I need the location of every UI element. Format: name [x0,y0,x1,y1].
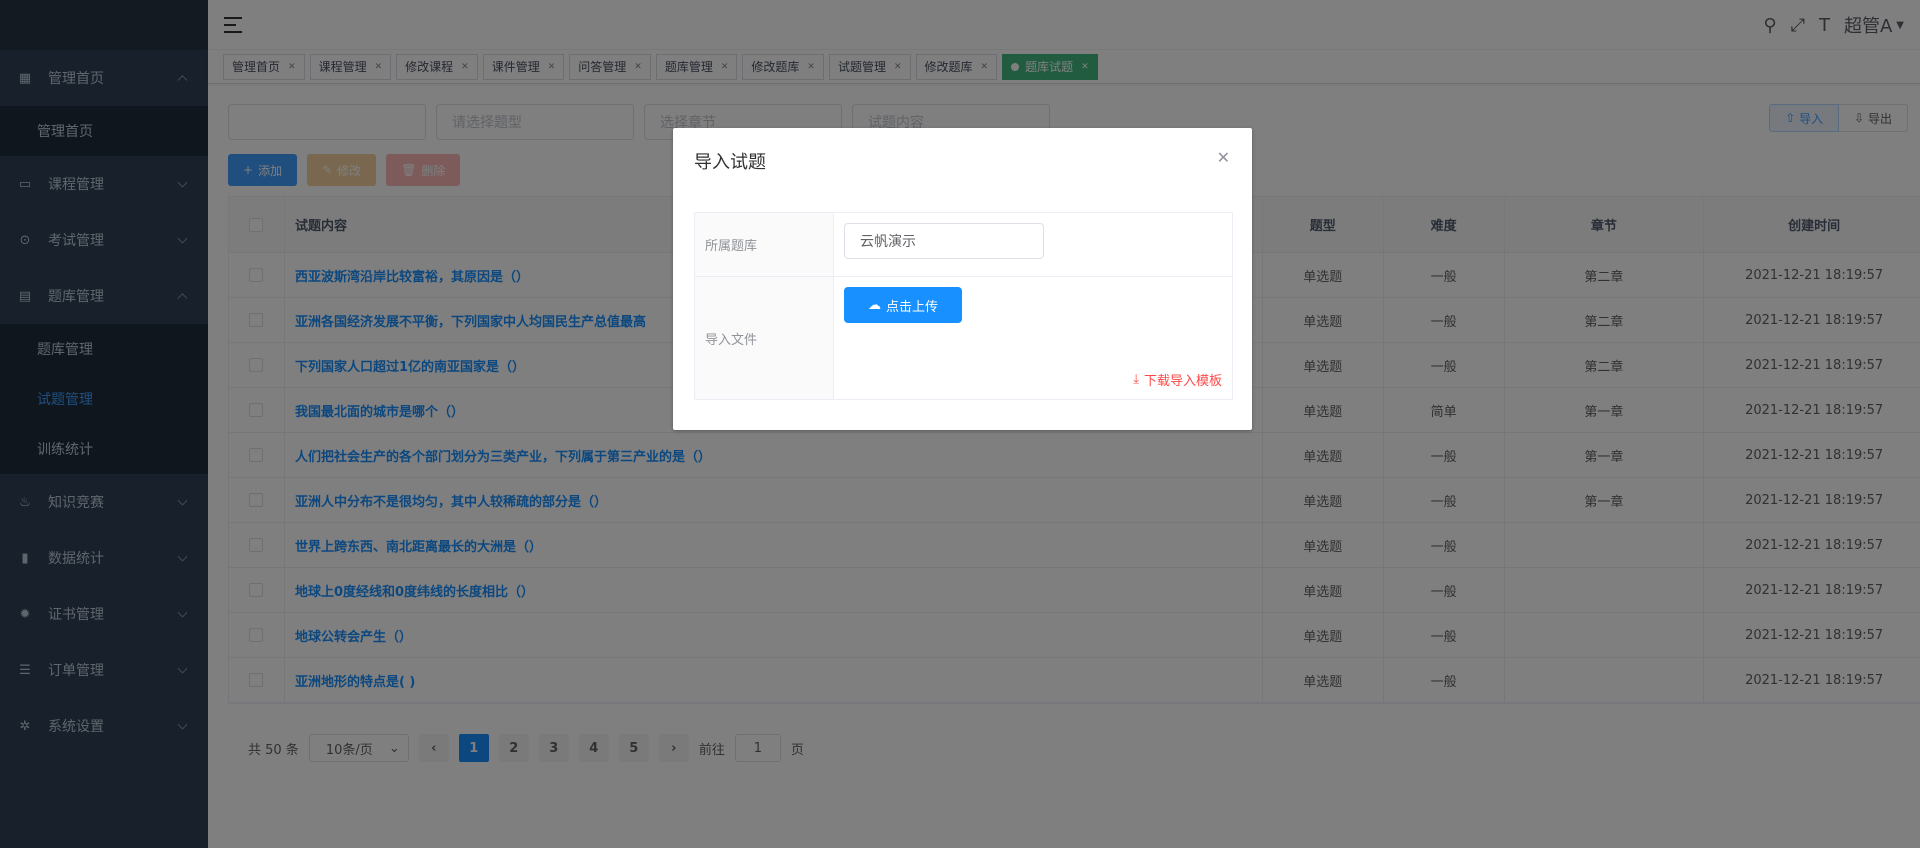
form-row-library: 所属题库 云帆演示 [695,213,1232,277]
download-icon: ⤓ [1133,372,1139,387]
file-value-cell: ☁ 点击上传 ⤓ 下载导入模板 [834,277,1232,399]
download-template-link[interactable]: ⤓ 下载导入模板 [1133,370,1222,389]
import-form: 所属题库 云帆演示 导入文件 ☁ 点击上传 ⤓ 下载导入模板 [694,212,1233,400]
upload-label: 点击上传 [885,299,938,315]
library-label: 所属题库 [695,213,834,276]
template-label: 下载导入模板 [1143,374,1222,389]
dialog-title: 导入试题 [694,152,766,173]
close-icon[interactable]: ✕ [1217,148,1230,167]
library-value-cell: 云帆演示 [834,213,1232,276]
import-dialog: 导入试题 ✕ 所属题库 云帆演示 导入文件 ☁ 点击上传 ⤓ 下载导入模板 [673,128,1252,430]
file-label: 导入文件 [695,277,834,399]
upload-button[interactable]: ☁ 点击上传 [844,287,962,323]
library-input[interactable]: 云帆演示 [844,223,1044,259]
form-row-file: 导入文件 ☁ 点击上传 ⤓ 下载导入模板 [695,277,1232,399]
cloud-upload-icon: ☁ [867,297,881,313]
